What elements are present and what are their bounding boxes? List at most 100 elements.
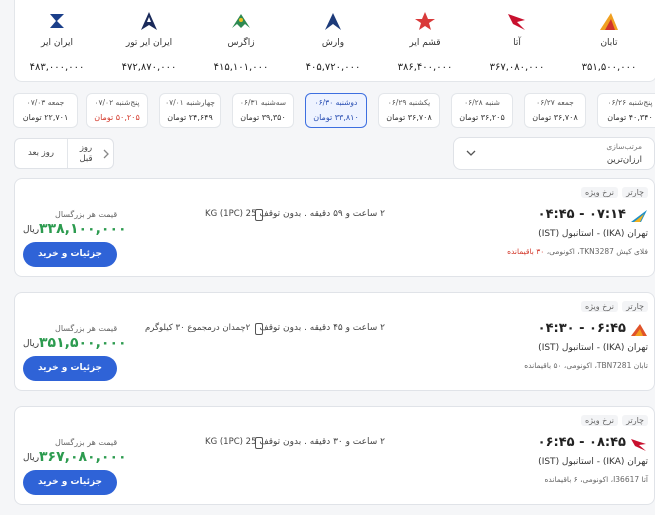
airline-price: ۴۷۲,۸۷۰,۰۰۰ [121,62,177,73]
seats-remaining: ۳۰ باقیمانده [507,247,545,256]
date-option[interactable]: یکشنبه ۰۶/۲۹ ۳۶,۷۰۸ تومان [378,93,440,128]
date-label: چهارشنبه ۰۷/۰۱ [165,98,215,107]
airline-filter-ata[interactable]: آتا ۳۶۷,۰۸۰,۰۰۰ [471,0,563,81]
date-price: ۲۲,۷۰۱ تومان [22,113,69,122]
airline-filter-iran-air[interactable]: ایران ایر ۴۸۳,۰۰۰,۰۰۰ [11,0,103,81]
price-label: قیمت هر بزرگسال [55,324,118,333]
details-buy-button[interactable]: جزئیات و خرید [23,242,117,267]
date-price: ۳۳,۸۱۰ تومان [313,113,359,122]
flight-price: ۳۳۸,۱۰۰,۰۰۰ [39,221,127,237]
flight-times: ۰۴:۴۵ - ۰۷:۱۴ [537,207,626,222]
day-navigation: روز بعد روز قبل [14,138,114,169]
sort-value: ارزان‌ترین [606,155,642,165]
details-buy-button[interactable]: جزئیات و خرید [23,356,117,381]
date-option[interactable]: چهارشنبه ۰۷/۰۱ ۲۴,۶۴۹ تومان [159,93,221,128]
airline-price: ۴۰۵,۷۲۰,۰۰۰ [305,62,361,73]
flight-meta: فلای کیش TKN3287، اکونومی، ۳۰ باقیمانده [507,247,648,256]
ata-logo-icon [508,14,525,30]
flight-price: ۳۶۷,۰۸۰,۰۰۰ [39,449,127,465]
airline-name: آتا [513,38,521,48]
taban-logo-icon [600,13,618,30]
date-label: جمعه ۰۷/۰۳ [26,98,65,107]
flight-card[interactable]: چارتر نرخ ویژه ۰۴:۴۵ - ۰۷:۱۴ تهران (IKA)… [14,178,655,277]
date-label: یکشنبه ۰۶/۲۹ [387,98,431,107]
currency: ریال [23,339,40,349]
date-label: جمعه ۰۶/۲۷ [536,98,574,107]
date-option[interactable]: جمعه ۰۶/۲۷ ۳۶,۷۰۸ تومان [524,93,586,128]
baggage-allowance: 25 KG (1PC) [205,209,257,219]
sort-title: مرتب‌سازی [606,142,642,151]
date-price: ۴۰,۳۴۰ تومان [607,113,653,122]
flight-meta: آتا I36617، اکونومی، ۶ باقیمانده [544,475,648,484]
price-label: قیمت هر بزرگسال [55,438,118,447]
details-buy-button[interactable]: جزئیات و خرید [23,470,117,495]
iran-air-logo-icon [50,14,64,28]
date-option[interactable]: سه‌شنبه ۰۶/۳۱ ۳۹,۳۵۰ تومان [232,93,294,128]
flight-route: تهران (IKA) - استانبول (IST) [538,343,648,353]
fare-tag: نرخ ویژه [580,415,618,426]
next-day-label: روز بعد [28,148,54,158]
date-price: ۳۶,۷۰۸ تومان [386,113,432,122]
qeshm-air-logo-icon [415,12,435,30]
airline-filter-qeshm-air[interactable]: قشم ایر ۳۸۶,۴۰۰,۰۰۰ [379,0,471,81]
zagros-logo-icon [232,14,250,28]
date-price: ۳۹,۳۵۰ تومان [240,113,286,122]
airline-filter-strip: تابان ۳۵۱,۵۰۰,۰۰۰ آتا ۳۶۷,۰۸۰,۰۰۰ قشم ای… [14,0,655,82]
varesh-logo-icon [325,13,341,30]
airline-filter-taban[interactable]: تابان ۳۵۱,۵۰۰,۰۰۰ [563,0,655,81]
taban-logo-icon [631,324,647,336]
flight-duration: ۲ ساعت و ۴۵ دقیقه . بدون توقف [259,323,385,333]
date-label: سه‌شنبه ۰۶/۳۱ [239,98,287,107]
fare-tag: نرخ ویژه [580,187,618,198]
date-label: دوشنبه ۰۶/۳۰ [314,98,358,107]
baggage-allowance: ۲چمدان درمجموع ۳۰ کیلوگرم [145,323,251,333]
iran-airtour-logo-icon [141,12,157,30]
currency: ریال [23,453,40,463]
fare-tag: نرخ ویژه [580,301,618,312]
date-label: شنبه ۰۶/۲۸ [464,98,500,107]
airline-name: وارش [321,38,345,48]
baggage-icon [255,323,263,335]
charter-tag: چارتر [622,301,648,312]
next-day-button[interactable]: روز بعد [15,139,68,168]
airline-filter-varesh[interactable]: وارش ۴۰۵,۷۲۰,۰۰۰ [287,0,379,81]
flight-card[interactable]: چارتر نرخ ویژه ۰۶:۴۵ - ۰۸:۴۵ تهران (IKA)… [14,406,655,505]
flight-meta: تابان TBN7281، اکونومی، ۵۰ باقیمانده [524,361,648,370]
flight-route: تهران (IKA) - استانبول (IST) [538,457,648,467]
charter-tag: چارتر [622,187,648,198]
airline-name: ایران ایر [41,38,73,48]
date-option[interactable]: جمعه ۰۷/۰۳ ۲۲,۷۰۱ تومان [13,93,78,128]
ata-logo-icon [631,439,646,451]
airline-name: زاگرس [227,38,255,48]
flight-duration: ۲ ساعت و ۳۰ دقیقه . بدون توقف [259,437,385,447]
date-option-selected[interactable]: دوشنبه ۰۶/۳۰ ۳۳,۸۱۰ تومان [305,93,367,128]
date-option[interactable]: شنبه ۰۶/۲۸ ۳۶,۲۰۵ تومان [451,93,513,128]
airline-price: ۳۵۱,۵۰۰,۰۰۰ [581,62,637,73]
date-price: ۳۶,۲۰۵ تومان [459,113,505,122]
price-label: قیمت هر بزرگسال [55,210,118,219]
chevron-right-icon [103,149,109,159]
charter-tag: چارتر [622,415,648,426]
flight-duration: ۲ ساعت و ۵۹ دقیقه . بدون توقف [259,209,385,219]
date-price: ۲۴,۶۴۹ تومان [167,113,213,122]
flight-times: ۰۴:۳۰ - ۰۶:۴۵ [537,321,626,336]
sort-dropdown[interactable]: مرتب‌سازی ارزان‌ترین [453,137,655,170]
airline-price: ۴۸۳,۰۰۰,۰۰۰ [29,62,85,73]
airline-name: تابان [600,38,618,48]
airline-price: ۳۶۷,۰۸۰,۰۰۰ [489,62,545,73]
prev-day-button[interactable]: روز قبل [68,139,114,168]
flight-times: ۰۶:۴۵ - ۰۸:۴۵ [537,435,626,450]
prev-day-label-1: روز [79,143,93,153]
date-option[interactable]: پنج‌شنبه ۰۷/۰۲ ۵۰,۲۰۵ تومان [86,93,148,128]
airline-price: ۳۸۶,۴۰۰,۰۰۰ [397,62,453,73]
fly-kish-logo-icon [631,210,647,222]
airline-filter-zagros[interactable]: زاگرس ۴۱۵,۱۰۱,۰۰۰ [195,0,287,81]
date-price: ۵۰,۲۰۵ تومان [94,113,140,122]
prev-day-label-2: قبل [79,154,93,164]
flight-card[interactable]: چارتر نرخ ویژه ۰۴:۳۰ - ۰۶:۴۵ تهران (IKA)… [14,292,655,391]
flight-meta-main: تابان TBN7281، اکونومی، ۵۰ باقیمانده [524,361,648,370]
flight-meta-main: آتا I36617، اکونومی، ۶ باقیمانده [544,475,648,484]
currency: ریال [23,225,40,235]
airline-filter-iran-airtour[interactable]: ایران ایر تور ۴۷۲,۸۷۰,۰۰۰ [103,0,195,81]
date-option[interactable]: پنج‌شنبه ۰۶/۲۶ ۴۰,۳۴۰ تومان [597,93,655,128]
